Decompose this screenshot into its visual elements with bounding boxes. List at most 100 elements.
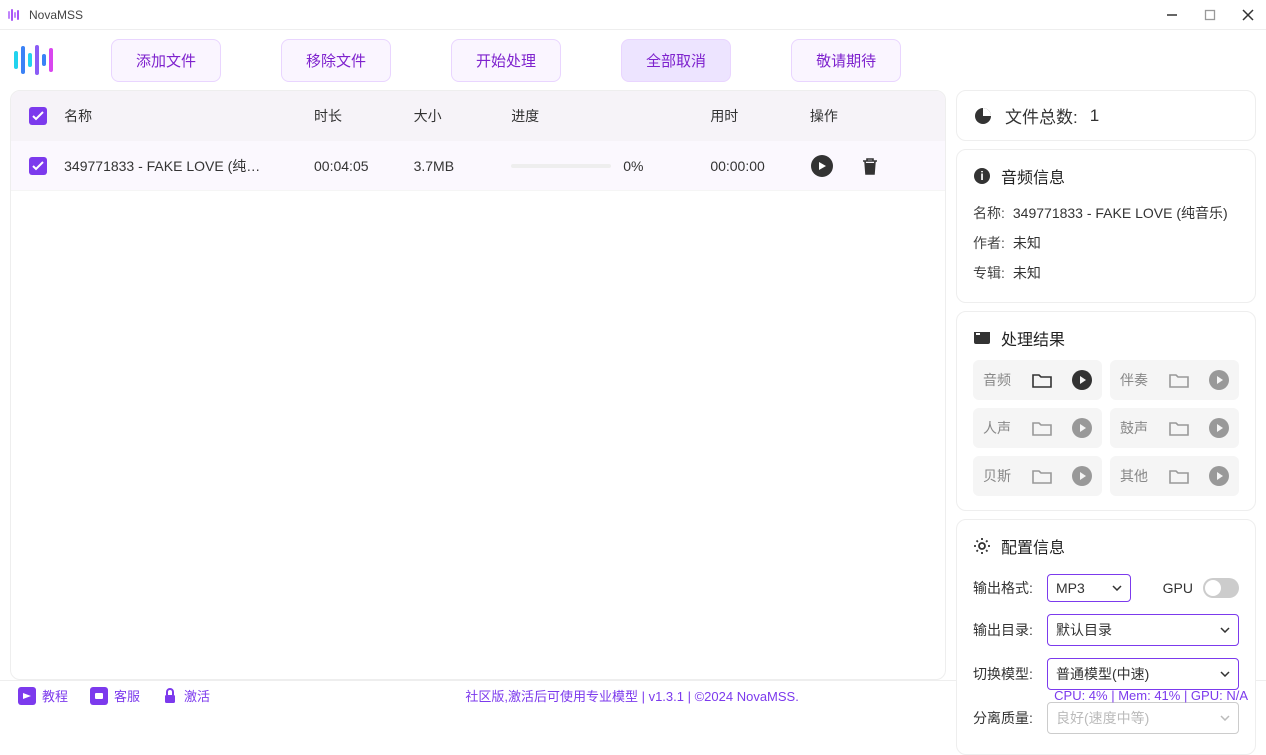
folder-icon[interactable] [1169, 468, 1189, 484]
play-result-button[interactable] [1209, 418, 1229, 438]
result-cell: 人声 [973, 408, 1102, 448]
name-value: 349771833 - FAKE LOVE (纯音乐) [1013, 203, 1228, 223]
play-result-button[interactable] [1072, 466, 1092, 486]
model-label: 切换模型: [973, 664, 1037, 684]
header-time: 用时 [710, 106, 810, 126]
play-result-button[interactable] [1209, 466, 1229, 486]
file-count-value: 1 [1090, 106, 1099, 126]
close-button[interactable] [1238, 5, 1258, 25]
app-logo: NovaMSS [8, 8, 83, 22]
result-label: 其他 [1120, 466, 1148, 486]
app-title: NovaMSS [29, 8, 83, 22]
header-duration: 时长 [314, 106, 414, 126]
output-dir-select[interactable]: 默认目录 [1047, 614, 1239, 646]
add-files-button[interactable]: 添加文件 [111, 39, 221, 82]
quality-select[interactable]: 良好(速度中等) [1047, 702, 1239, 734]
audio-info-card: i 音频信息 名称: 349771833 - FAKE LOVE (纯音乐) 作者… [956, 149, 1256, 303]
gpu-toggle[interactable] [1203, 578, 1239, 598]
row-progress: 0% [511, 158, 710, 174]
select-all-checkbox[interactable] [29, 107, 47, 125]
progress-percent: 0% [623, 158, 643, 174]
tutorial-link[interactable]: 教程 [18, 686, 68, 705]
result-label: 伴奏 [1120, 370, 1148, 390]
model-select[interactable]: 普通模型(中速) [1047, 658, 1239, 690]
chevron-down-icon [1220, 671, 1230, 677]
wave-icon [8, 9, 19, 21]
titlebar: NovaMSS [0, 0, 1266, 30]
play-result-button[interactable] [1072, 418, 1092, 438]
play-button[interactable] [810, 154, 834, 178]
side-panel: 文件总数: 1 i 音频信息 名称: 349771833 - FAKE LOVE … [956, 90, 1256, 680]
table-row[interactable]: 349771833 - FAKE LOVE (纯… 00:04:05 3.7MB… [11, 141, 945, 191]
row-duration: 00:04:05 [314, 158, 414, 174]
results-title: 处理结果 [1001, 326, 1065, 350]
minimize-button[interactable] [1162, 5, 1182, 25]
table-header: 名称 时长 大小 进度 用时 操作 [11, 91, 945, 141]
result-cell: 音频 [973, 360, 1102, 400]
row-size: 3.7MB [414, 158, 512, 174]
result-label: 音频 [983, 370, 1011, 390]
output-dir-label: 输出目录: [973, 620, 1037, 640]
chevron-down-icon [1112, 585, 1122, 591]
maximize-button[interactable] [1200, 5, 1220, 25]
chevron-down-icon [1220, 627, 1230, 633]
album-value: 未知 [1013, 263, 1041, 283]
file-count-label: 文件总数: [1005, 103, 1078, 128]
pie-icon [973, 106, 993, 126]
start-process-button[interactable]: 开始处理 [451, 39, 561, 82]
audio-info-title: 音频信息 [1001, 164, 1065, 188]
result-cell: 伴奏 [1110, 360, 1239, 400]
result-cell: 贝斯 [973, 456, 1102, 496]
result-label: 贝斯 [983, 466, 1011, 486]
config-title: 配置信息 [1001, 534, 1065, 558]
file-panel: 名称 时长 大小 进度 用时 操作 349771833 - FAKE LOVE … [10, 90, 946, 680]
system-stats: CPU: 4% | Mem: 41% | GPU: N/A [1054, 688, 1248, 703]
folder-icon[interactable] [1032, 468, 1052, 484]
author-value: 未知 [1013, 233, 1041, 253]
window-controls [1162, 5, 1258, 25]
activate-link[interactable]: 激活 [162, 686, 210, 705]
result-label: 人声 [983, 418, 1011, 438]
header-ops: 操作 [810, 106, 927, 126]
folder-icon[interactable] [1032, 420, 1052, 436]
chevron-down-icon [1220, 715, 1230, 721]
output-format-label: 输出格式: [973, 578, 1037, 598]
gear-icon [973, 537, 991, 555]
progress-bar [511, 164, 611, 168]
folder-icon[interactable] [1169, 372, 1189, 388]
play-result-button[interactable] [1209, 370, 1229, 390]
results-card: 处理结果 音频 伴奏 人声 鼓声 贝斯 [956, 311, 1256, 511]
output-format-select[interactable]: MP3 [1047, 574, 1131, 602]
header-name: 名称 [64, 106, 314, 126]
quality-label: 分离质量: [973, 708, 1037, 728]
row-name: 349771833 - FAKE LOVE (纯… [64, 156, 314, 176]
header-progress: 进度 [511, 106, 710, 126]
file-count-card: 文件总数: 1 [956, 90, 1256, 141]
row-checkbox[interactable] [29, 157, 47, 175]
wave-logo-large [14, 45, 53, 75]
folder-icon[interactable] [1169, 420, 1189, 436]
support-link[interactable]: 客服 [90, 686, 140, 705]
author-label: 作者: [973, 233, 1005, 253]
header-size: 大小 [414, 106, 512, 126]
results-icon [973, 329, 991, 347]
folder-icon[interactable] [1032, 372, 1052, 388]
play-result-button[interactable] [1072, 370, 1092, 390]
result-cell: 其他 [1110, 456, 1239, 496]
result-label: 鼓声 [1120, 418, 1148, 438]
config-card: 配置信息 输出格式: MP3 GPU 输出目录: 默认目录 切换模型: 普通模型… [956, 519, 1256, 755]
delete-button[interactable] [858, 154, 882, 178]
row-time: 00:00:00 [710, 158, 810, 174]
support-icon [90, 687, 108, 705]
cancel-all-button[interactable]: 全部取消 [621, 39, 731, 82]
gpu-label: GPU [1163, 580, 1193, 596]
remove-files-button[interactable]: 移除文件 [281, 39, 391, 82]
svg-text:i: i [980, 169, 983, 183]
info-icon: i [973, 167, 991, 185]
lock-icon [162, 687, 178, 705]
album-label: 专辑: [973, 263, 1005, 283]
name-label: 名称: [973, 203, 1005, 223]
coming-soon-button[interactable]: 敬请期待 [791, 39, 901, 82]
tutorial-icon [18, 687, 36, 705]
toolbar: 添加文件 移除文件 开始处理 全部取消 敬请期待 [0, 30, 1266, 90]
